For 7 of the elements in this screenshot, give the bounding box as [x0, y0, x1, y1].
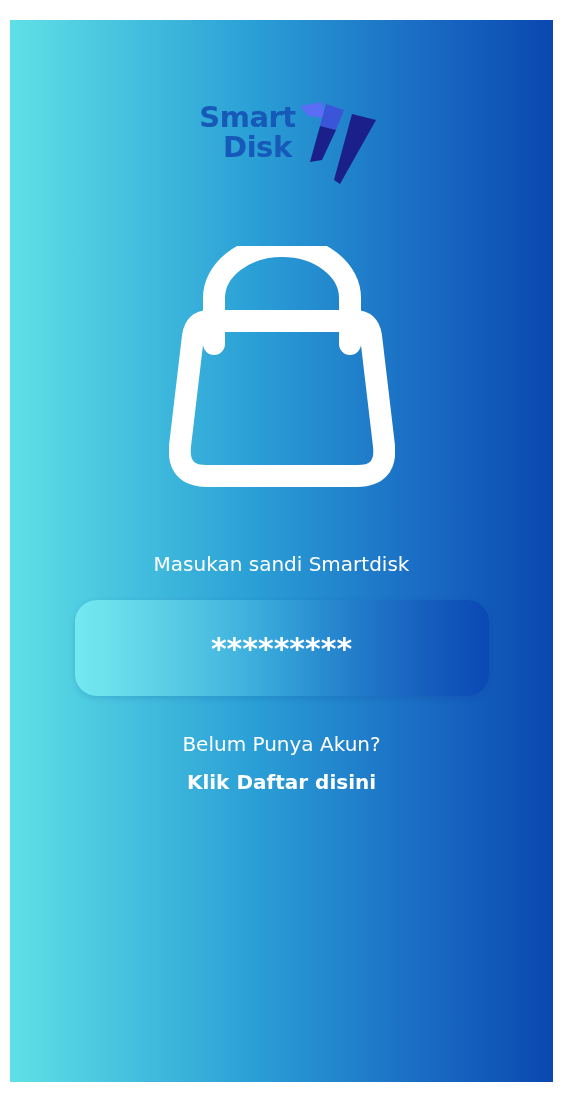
logo-text: Smart: [199, 102, 296, 132]
shopping-bag-icon: [168, 246, 395, 488]
signup-link[interactable]: Klik Daftar disini: [186, 770, 377, 794]
signup-question: Belum Punya Akun?: [182, 732, 381, 756]
logo-text: Disk: [223, 132, 292, 162]
password-field[interactable]: *********: [74, 600, 489, 696]
password-prompt: Masukan sandi Smartdisk: [153, 552, 410, 576]
